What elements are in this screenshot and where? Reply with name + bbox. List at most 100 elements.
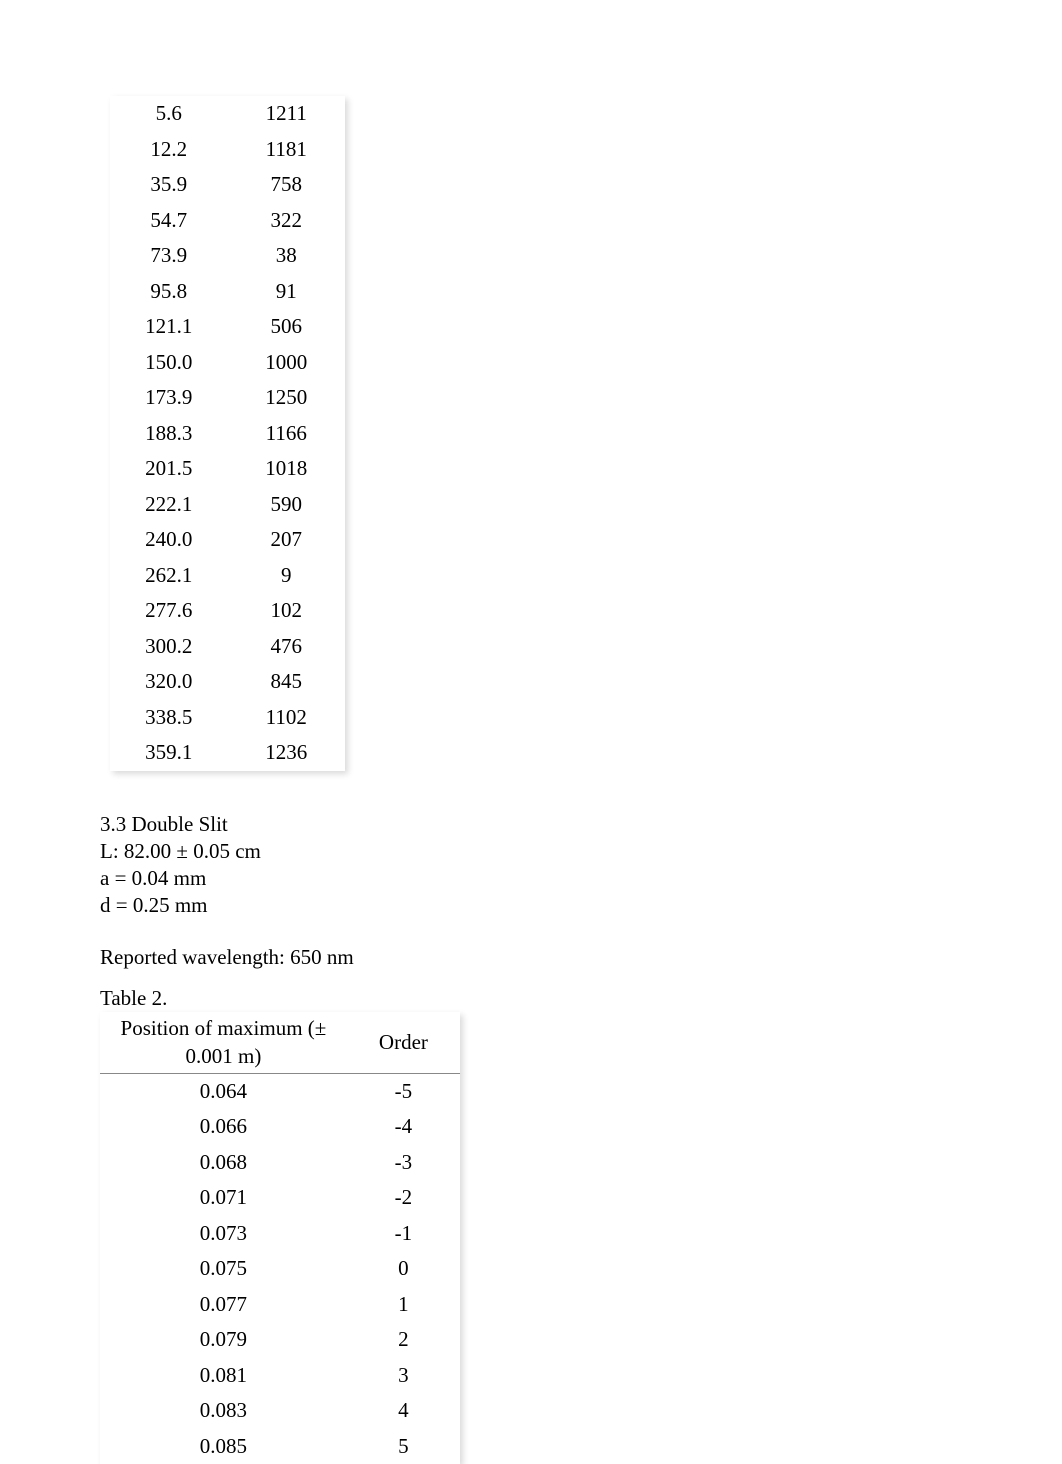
table-cell: 1181 xyxy=(228,132,346,168)
table-2-header-position: Position of maximum (± 0.001 m) xyxy=(100,1012,347,1073)
table-row: 338.51102 xyxy=(110,700,345,736)
table-cell: 0.066 xyxy=(100,1109,347,1145)
table-cell: 3 xyxy=(347,1358,460,1394)
table-row: 222.1590 xyxy=(110,487,345,523)
table-cell: 1 xyxy=(347,1287,460,1323)
table-2: Position of maximum (± 0.001 m) Order 0.… xyxy=(100,1012,460,1464)
table-cell: 338.5 xyxy=(110,700,228,736)
table-row: 121.1506 xyxy=(110,309,345,345)
table-cell: 240.0 xyxy=(110,522,228,558)
table-row: 5.61211 xyxy=(110,96,345,132)
table-row: 0.0750 xyxy=(100,1251,460,1287)
table-cell: 845 xyxy=(228,664,346,700)
table-row: 0.0792 xyxy=(100,1322,460,1358)
table-cell: 277.6 xyxy=(110,593,228,629)
reported-wavelength: Reported wavelength: 650 nm xyxy=(100,944,962,971)
table-cell: 0.081 xyxy=(100,1358,347,1394)
table-cell: 476 xyxy=(228,629,346,665)
table-cell: 1166 xyxy=(228,416,346,452)
table-row: 0.066-4 xyxy=(100,1109,460,1145)
table-row: 188.31166 xyxy=(110,416,345,452)
table-cell: 0.085 xyxy=(100,1429,347,1464)
table-cell: 1250 xyxy=(228,380,346,416)
table-cell: 222.1 xyxy=(110,487,228,523)
param-d: d = 0.25 mm xyxy=(100,892,962,919)
table-cell: 359.1 xyxy=(110,735,228,771)
table-cell: 0.064 xyxy=(100,1073,347,1109)
table-cell: 102 xyxy=(228,593,346,629)
table-row: 12.21181 xyxy=(110,132,345,168)
table-row: 73.938 xyxy=(110,238,345,274)
table-2-caption: Table 2. xyxy=(100,985,962,1012)
table-cell: 506 xyxy=(228,309,346,345)
table-cell: 2 xyxy=(347,1322,460,1358)
table-cell: 5 xyxy=(347,1429,460,1464)
table-cell: -1 xyxy=(347,1216,460,1252)
table-row: 201.51018 xyxy=(110,451,345,487)
table-cell: 0.083 xyxy=(100,1393,347,1429)
table-cell: 5.6 xyxy=(110,96,228,132)
table-row: 0.068-3 xyxy=(100,1145,460,1181)
table-cell: 54.7 xyxy=(110,203,228,239)
table-cell: 0.068 xyxy=(100,1145,347,1181)
param-L: L: 82.00 ± 0.05 cm xyxy=(100,838,962,865)
table-row: 240.0207 xyxy=(110,522,345,558)
table-row: 0.071-2 xyxy=(100,1180,460,1216)
table-row: 0.0771 xyxy=(100,1287,460,1323)
table-cell: 1102 xyxy=(228,700,346,736)
table-cell: 95.8 xyxy=(110,274,228,310)
double-slit-section: 3.3 Double Slit L: 82.00 ± 0.05 cm a = 0… xyxy=(100,811,962,1013)
table-row: 0.0855 xyxy=(100,1429,460,1464)
table-cell: 0.071 xyxy=(100,1180,347,1216)
table-row: 359.11236 xyxy=(110,735,345,771)
table-cell: 1018 xyxy=(228,451,346,487)
table-cell: 590 xyxy=(228,487,346,523)
table-1: 5.6121112.2118135.975854.732273.93895.89… xyxy=(110,96,345,771)
table-cell: 188.3 xyxy=(110,416,228,452)
table-cell: 4 xyxy=(347,1393,460,1429)
table-cell: 12.2 xyxy=(110,132,228,168)
table-cell: 322 xyxy=(228,203,346,239)
table-row: 95.891 xyxy=(110,274,345,310)
table-cell: 173.9 xyxy=(110,380,228,416)
table-cell: -2 xyxy=(347,1180,460,1216)
table-cell: 121.1 xyxy=(110,309,228,345)
table-cell: 1000 xyxy=(228,345,346,381)
table-cell: 0.075 xyxy=(100,1251,347,1287)
table-row: 0.0834 xyxy=(100,1393,460,1429)
table-cell: 758 xyxy=(228,167,346,203)
table-row: 320.0845 xyxy=(110,664,345,700)
table-cell: -4 xyxy=(347,1109,460,1145)
table-row: 0.073-1 xyxy=(100,1216,460,1252)
table-row: 173.91250 xyxy=(110,380,345,416)
table-cell: 0 xyxy=(347,1251,460,1287)
param-a: a = 0.04 mm xyxy=(100,865,962,892)
table-cell: 207 xyxy=(228,522,346,558)
table-row: 0.0813 xyxy=(100,1358,460,1394)
table-cell: 1236 xyxy=(228,735,346,771)
section-heading: 3.3 Double Slit xyxy=(100,811,962,838)
table-cell: 0.073 xyxy=(100,1216,347,1252)
table-cell: 35.9 xyxy=(110,167,228,203)
table-cell: -5 xyxy=(347,1073,460,1109)
table-cell: 0.077 xyxy=(100,1287,347,1323)
table-cell: 9 xyxy=(228,558,346,594)
table-cell: 320.0 xyxy=(110,664,228,700)
table-row: 0.064-5 xyxy=(100,1073,460,1109)
table-cell: 150.0 xyxy=(110,345,228,381)
table-row: 35.9758 xyxy=(110,167,345,203)
table-cell: 38 xyxy=(228,238,346,274)
table-row: 150.01000 xyxy=(110,345,345,381)
table-cell: -3 xyxy=(347,1145,460,1181)
table-cell: 91 xyxy=(228,274,346,310)
table-cell: 262.1 xyxy=(110,558,228,594)
table-cell: 1211 xyxy=(228,96,346,132)
table-2-header-order: Order xyxy=(347,1012,460,1073)
table-cell: 73.9 xyxy=(110,238,228,274)
table-row: 54.7322 xyxy=(110,203,345,239)
table-row: 300.2476 xyxy=(110,629,345,665)
table-row: 262.19 xyxy=(110,558,345,594)
table-cell: 300.2 xyxy=(110,629,228,665)
table-cell: 0.079 xyxy=(100,1322,347,1358)
table-row: 277.6102 xyxy=(110,593,345,629)
